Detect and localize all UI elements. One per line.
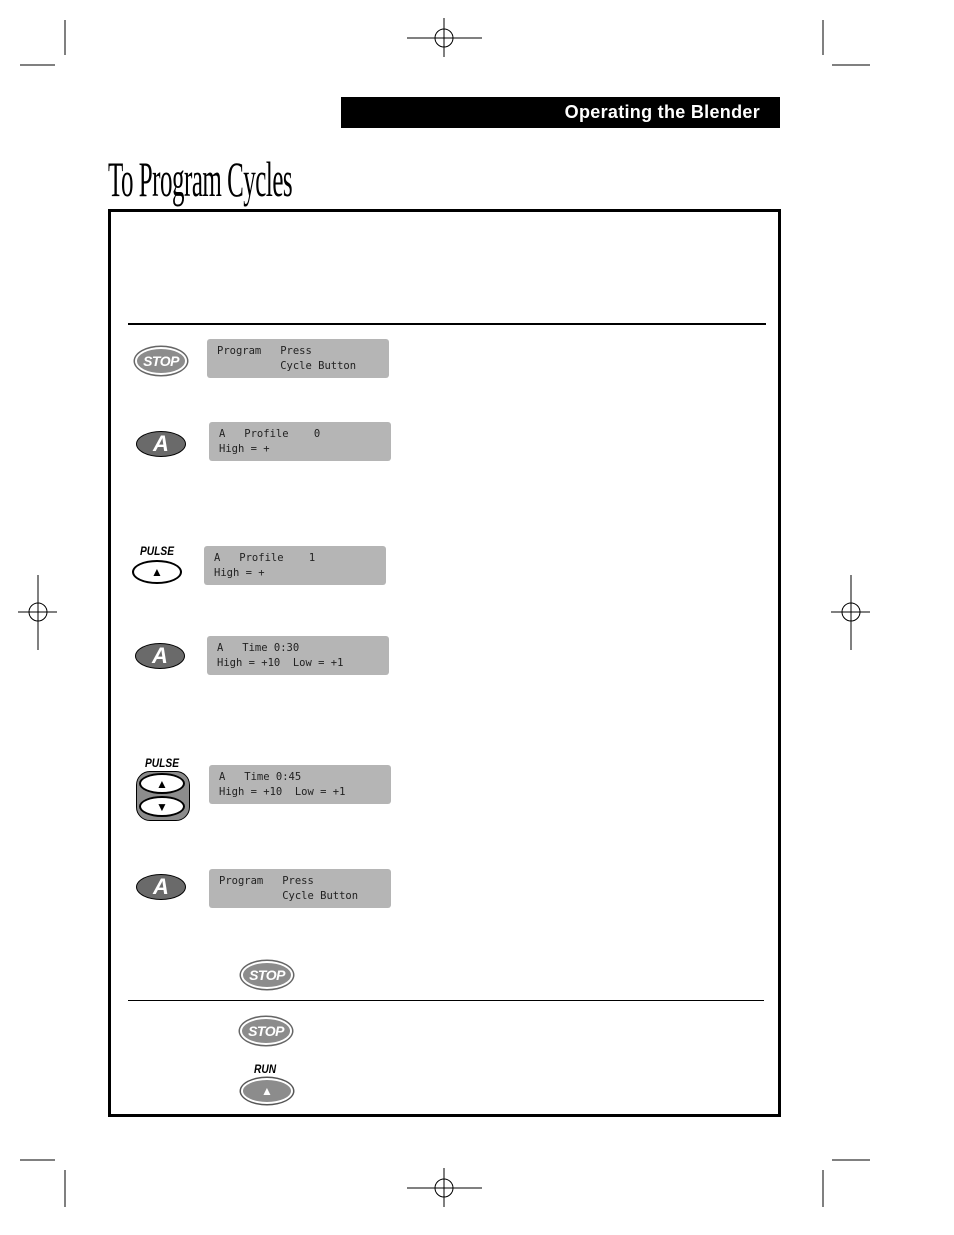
registration-mark-bottom	[407, 1168, 482, 1207]
lcd-line: High = +	[219, 443, 270, 455]
run-button-icon: ▲	[241, 1078, 293, 1104]
lcd-line: High = +	[214, 567, 265, 579]
pulse-label: PULSE	[145, 756, 180, 770]
lcd-display: Program Press Cycle Button	[209, 869, 391, 908]
lcd-display: A Time 0:45 High = +10 Low = +1	[209, 765, 391, 804]
lcd-display: Program Press Cycle Button	[207, 339, 389, 378]
manual-page: Operating the Blender To Program Cycles …	[0, 0, 954, 1235]
page-title: To Program Cycles	[108, 151, 293, 207]
lcd-display: A Profile 1 High = +	[204, 546, 386, 585]
a-button-icon: A	[136, 431, 186, 457]
lcd-line: A Profile 0	[219, 428, 321, 440]
divider	[128, 1000, 764, 1001]
section-header: Operating the Blender	[341, 97, 780, 128]
lcd-display: A Profile 0 High = +	[209, 422, 391, 461]
registration-mark-left	[18, 575, 57, 650]
lcd-line: Cycle Button	[219, 890, 359, 902]
pulse-up-icon: ▲	[139, 773, 185, 794]
pulse-label: PULSE	[140, 544, 175, 558]
pulse-up-icon: ▲	[132, 560, 182, 584]
run-label: RUN	[254, 1062, 277, 1076]
registration-mark-right	[831, 575, 870, 650]
lcd-line: A Time 0:45	[219, 771, 302, 783]
a-button-icon: A	[135, 643, 185, 669]
lcd-line: Program Press	[219, 875, 314, 887]
pulse-down-icon: ▼	[139, 796, 185, 817]
lcd-line: Cycle Button	[217, 360, 357, 372]
stop-button-icon: STOP	[241, 961, 293, 989]
lcd-line: A Profile 1	[214, 552, 316, 564]
lcd-line: High = +10 Low = +1	[219, 786, 346, 798]
divider	[128, 323, 766, 325]
a-button-icon: A	[136, 874, 186, 900]
lcd-line: A Time 0:30	[217, 642, 300, 654]
registration-mark-top	[407, 18, 482, 57]
lcd-line: High = +10 Low = +1	[217, 657, 344, 669]
stop-button-icon: STOP	[135, 347, 187, 375]
lcd-display: A Time 0:30 High = +10 Low = +1	[207, 636, 389, 675]
stop-button-icon: STOP	[240, 1017, 292, 1045]
lcd-line: Program Press	[217, 345, 312, 357]
